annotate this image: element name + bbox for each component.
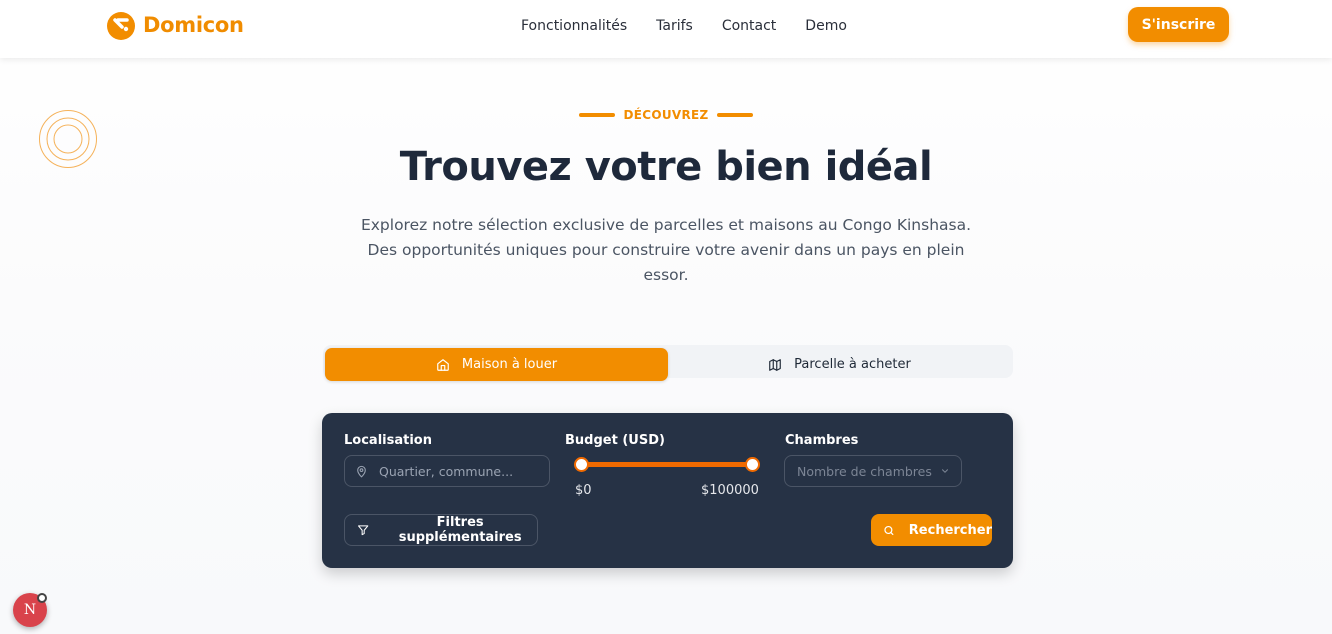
- budget-max-handle[interactable]: [745, 457, 760, 472]
- home-icon: [437, 358, 449, 371]
- site-header: Domicon Fonctionnalités Tarifs Contact D…: [0, 0, 1332, 58]
- tab-buy-parcel[interactable]: Parcelle à acheter: [668, 348, 1011, 381]
- budget-slider-track[interactable]: [581, 462, 753, 467]
- budget-label: Budget (USD): [565, 433, 665, 448]
- chevron-down-icon: [941, 469, 948, 473]
- nav-link-pricing[interactable]: Tarifs: [656, 17, 693, 35]
- filter-icon: [358, 525, 369, 536]
- logo-mark-icon: [107, 12, 135, 40]
- budget-min-value: $0: [575, 483, 592, 498]
- nav-link-contact[interactable]: Contact: [722, 17, 776, 35]
- hero-eyebrow: DÉCOUVREZ: [0, 108, 1332, 122]
- tab-buy-parcel-label: Parcelle à acheter: [794, 357, 911, 372]
- more-filters-button[interactable]: Filtres supplémentaires: [344, 514, 538, 546]
- location-placeholder: Quartier, commune...: [379, 463, 514, 479]
- eyebrow-line-left: [579, 113, 616, 117]
- location-input[interactable]: Quartier, commune...: [344, 455, 550, 487]
- rooms-placeholder: Nombre de chambres: [797, 463, 932, 479]
- rooms-select[interactable]: Nombre de chambres: [784, 455, 962, 487]
- tab-rent-house-label: Maison à louer: [461, 357, 558, 372]
- property-type-tabs: Maison à louer Parcelle à acheter: [323, 345, 1013, 381]
- more-filters-label: Filtres supplémentaires: [398, 515, 522, 545]
- rooms-label: Chambres: [785, 433, 859, 448]
- search-icon: [884, 525, 894, 535]
- search-submit-label: Rechercher: [908, 522, 992, 538]
- dev-badge-letter: N: [23, 602, 37, 618]
- nav-link-features[interactable]: Fonctionnalités: [521, 17, 627, 35]
- tab-rent-house[interactable]: Maison à louer: [325, 348, 668, 381]
- dev-badge-status-dot: [37, 593, 47, 603]
- eyebrow-text: DÉCOUVREZ: [623, 108, 709, 122]
- location-label: Localisation: [344, 433, 432, 448]
- search-submit-button[interactable]: Rechercher: [871, 514, 992, 546]
- nav-link-demo[interactable]: Demo: [805, 17, 847, 35]
- main-nav: Fonctionnalités Tarifs Contact Demo: [521, 17, 876, 35]
- signup-button[interactable]: S'inscrire: [1128, 7, 1229, 42]
- brand-logo[interactable]: Domicon: [105, 9, 244, 41]
- page-title: Trouvez votre bien idéal: [399, 144, 933, 190]
- budget-min-handle[interactable]: [574, 457, 589, 472]
- search-panel: Localisation Quartier, commune... Budget…: [322, 413, 1013, 568]
- map-icon: [769, 358, 781, 371]
- eyebrow-line-right: [716, 113, 753, 117]
- page-subtitle: Explorez notre sélection exclusive de pa…: [360, 216, 972, 284]
- map-pin-icon: [357, 465, 366, 477]
- budget-max-value: $100000: [701, 483, 759, 498]
- brand-name: Domicon: [143, 13, 244, 37]
